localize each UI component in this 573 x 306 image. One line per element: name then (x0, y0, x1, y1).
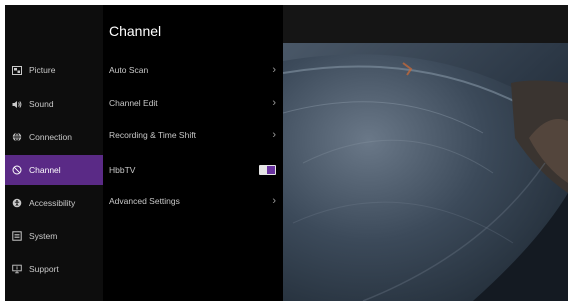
menu-item-label: Advanced Settings (109, 196, 180, 206)
menu-item-label: Auto Scan (109, 65, 149, 75)
menu-item-recording-time-shift[interactable]: Recording & Time Shift › (103, 125, 283, 145)
menu-item-label: Channel Edit (109, 98, 158, 108)
menu-item-label: HbbTV (109, 165, 136, 175)
menu-item-label: Recording & Time Shift (109, 130, 196, 140)
sidebar-item-label: Accessibility (29, 198, 76, 208)
preview-header-strip (283, 5, 568, 43)
settings-sidebar: Picture Sound Connection Channel Accessi… (5, 5, 103, 301)
channel-icon (12, 165, 22, 175)
speaker-icon (12, 99, 22, 109)
sidebar-item-label: System (29, 231, 58, 241)
sidebar-item-system[interactable]: System (5, 221, 103, 251)
sidebar-item-label: Sound (29, 99, 54, 109)
chevron-right-icon: › (272, 128, 276, 141)
system-icon (12, 231, 22, 241)
chevron-right-icon: › (272, 63, 276, 76)
sidebar-item-picture[interactable]: Picture (5, 55, 103, 85)
sidebar-item-connection[interactable]: Connection (5, 122, 103, 152)
menu-item-hbbtv[interactable]: HbbTV (103, 160, 283, 180)
accessibility-icon (12, 198, 22, 208)
hbbtv-toggle[interactable] (259, 165, 276, 175)
toggle-knob (267, 166, 275, 174)
sidebar-item-label: Channel (29, 165, 61, 175)
sidebar-item-label: Connection (29, 132, 73, 142)
menu-item-auto-scan[interactable]: Auto Scan › (103, 60, 283, 80)
tv-screen: Picture Sound Connection Channel Accessi… (5, 5, 568, 301)
channel-menu: Channel Auto Scan › Channel Edit › Recor… (103, 5, 283, 301)
globe-icon (12, 132, 22, 142)
video-preview (283, 43, 568, 301)
sidebar-item-accessibility[interactable]: Accessibility (5, 188, 103, 218)
support-icon (12, 264, 22, 274)
video-frame-image (283, 43, 568, 301)
sidebar-item-support[interactable]: Support (5, 254, 103, 284)
sidebar-item-label: Picture (29, 65, 56, 75)
sidebar-item-sound[interactable]: Sound (5, 89, 103, 119)
picture-icon (12, 65, 22, 75)
page-title: Channel (109, 23, 162, 39)
chevron-right-icon: › (272, 96, 276, 109)
chevron-right-icon: › (272, 194, 276, 207)
menu-item-channel-edit[interactable]: Channel Edit › (103, 93, 283, 113)
sidebar-item-label: Support (29, 264, 59, 274)
sidebar-item-channel[interactable]: Channel (5, 155, 103, 185)
menu-item-advanced-settings[interactable]: Advanced Settings › (103, 191, 283, 211)
